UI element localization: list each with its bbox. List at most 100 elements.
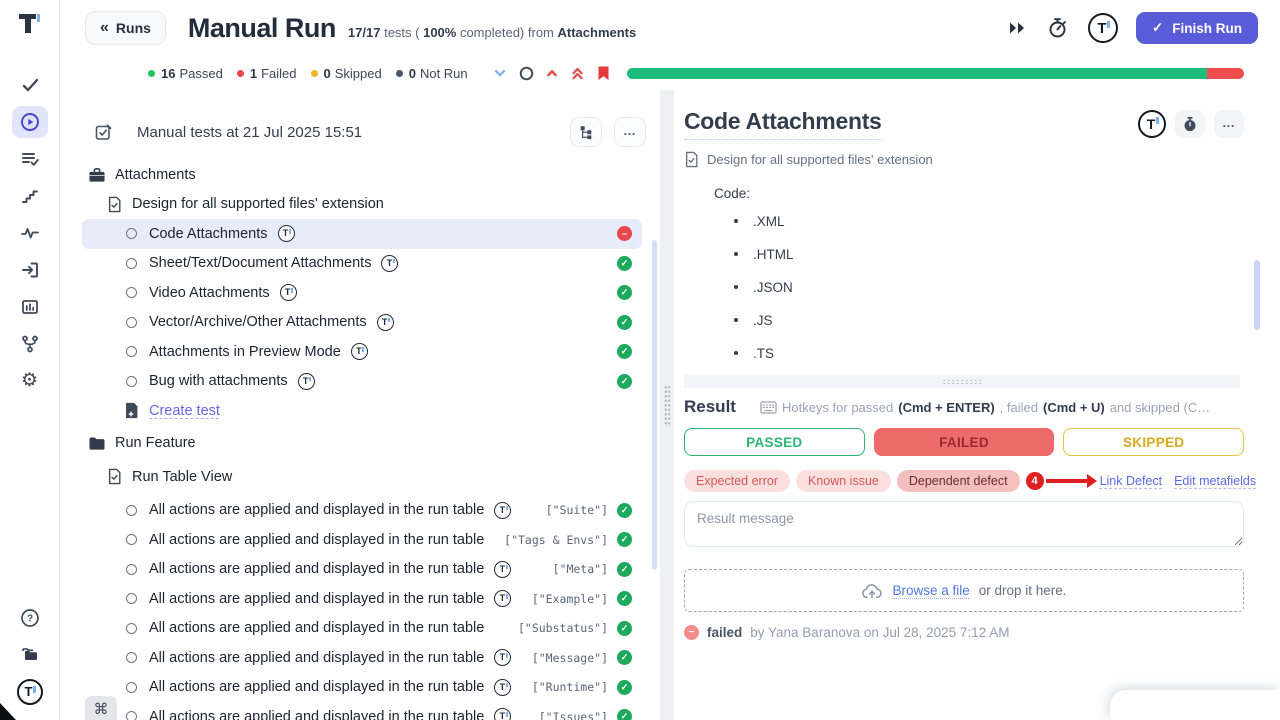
document-check-icon xyxy=(107,468,122,485)
tree-row[interactable]: All actions are applied and displayed in… xyxy=(82,496,642,526)
testomat-badge-icon: T xyxy=(494,561,511,578)
expected-error-badge[interactable]: Expected error xyxy=(684,470,790,492)
test-radio-icon xyxy=(126,652,137,663)
edit-metafields-link[interactable]: Edit metafields xyxy=(1174,474,1256,488)
tree-row[interactable]: All actions are applied and displayed in… xyxy=(82,584,642,614)
tree-row[interactable]: All actions are applied and displayed in… xyxy=(82,525,642,555)
skipped-button[interactable]: SKIPPED xyxy=(1063,428,1244,456)
tree-row[interactable]: All actions are applied and displayed in… xyxy=(82,614,642,644)
code-extension-list: .XML .HTML .JSON .JS .TS xyxy=(684,210,1280,364)
failed-stat: 1Failed xyxy=(237,66,297,81)
result-message-input[interactable] xyxy=(684,501,1244,547)
test-more-button[interactable]: … xyxy=(1214,110,1244,138)
passed-button[interactable]: PASSED xyxy=(684,428,865,456)
sidebar-item-steps[interactable] xyxy=(12,180,48,212)
testomat-badge-icon: T xyxy=(381,255,398,272)
tree-row[interactable]: Code AttachmentsT− xyxy=(82,219,642,249)
tree-row-label: All actions are applied and displayed in… xyxy=(149,650,484,666)
tree-row-create-test[interactable]: Create test xyxy=(82,396,642,426)
tree-row[interactable]: All actions are applied and displayed in… xyxy=(82,702,642,720)
status-passed-icon: ✓ xyxy=(617,374,632,389)
dropzone-hint: or drop it here. xyxy=(979,583,1067,598)
failed-button[interactable]: FAILED xyxy=(874,428,1055,456)
tree-row[interactable]: All actions are applied and displayed in… xyxy=(82,673,642,703)
tree-row[interactable]: Run Table View xyxy=(82,462,642,492)
tree-row-label: All actions are applied and displayed in… xyxy=(149,620,484,636)
file-dropzone[interactable]: Browse a file or drop it here. xyxy=(684,569,1244,612)
panel-resize-divider[interactable] xyxy=(660,90,674,720)
tree-row-label: Bug with attachments xyxy=(149,373,288,389)
test-radio-icon xyxy=(126,623,137,634)
sidebar-profile-avatar[interactable]: T xyxy=(12,676,48,708)
chevron-down-icon[interactable] xyxy=(492,65,508,81)
sidebar-item-analytics[interactable] xyxy=(12,291,48,323)
failed-status-icon: − xyxy=(684,625,699,640)
result-resize-divider[interactable] xyxy=(684,375,1240,388)
list-item: .XML xyxy=(734,210,1280,232)
test-title[interactable]: Code Attachments xyxy=(684,108,882,140)
run-logo-avatar[interactable]: T xyxy=(1088,13,1118,43)
browse-file-link[interactable]: Browse a file xyxy=(892,583,969,598)
tree-row[interactable]: Design for all supported files' extensio… xyxy=(82,190,642,220)
dependent-defect-badge[interactable]: Dependent defect xyxy=(897,470,1020,492)
test-timer-button[interactable] xyxy=(1175,110,1205,138)
sidebar-item-plans[interactable] xyxy=(12,143,48,175)
double-chevron-up-icon[interactable] xyxy=(570,65,585,81)
timer-button[interactable] xyxy=(1047,17,1068,39)
sidebar-item-tests[interactable] xyxy=(12,69,48,101)
tree-row[interactable]: Video AttachmentsT✓ xyxy=(82,278,642,308)
finish-run-button[interactable]: ✓ Finish Run xyxy=(1136,12,1258,44)
tree-row[interactable]: Vector/Archive/Other AttachmentsT✓ xyxy=(82,308,642,338)
testomat-badge-icon: T xyxy=(494,679,511,696)
test-radio-icon xyxy=(126,682,137,693)
sidebar-item-runs[interactable] xyxy=(12,106,48,138)
known-issue-badge[interactable]: Known issue xyxy=(796,470,891,492)
sidebar-item-projects[interactable] xyxy=(12,639,48,671)
sidebar-item-import[interactable] xyxy=(12,254,48,286)
tree-view-toggle-button[interactable] xyxy=(570,117,602,147)
document-check-icon xyxy=(107,196,122,213)
tree-row-label: Attachments in Preview Mode xyxy=(149,344,341,360)
fast-forward-button[interactable] xyxy=(1008,20,1027,36)
progress-passed-segment xyxy=(627,68,1207,79)
tree-row[interactable]: Bug with attachmentsT✓ xyxy=(82,367,642,397)
test-tree: AttachmentsDesign for all supported file… xyxy=(60,160,660,720)
annotation-number: 4 xyxy=(1026,472,1044,490)
testomat-badge-icon: T xyxy=(494,708,511,720)
circle-icon[interactable] xyxy=(519,66,534,81)
keyboard-icon xyxy=(760,401,777,414)
link-defect-link[interactable]: Link Defect xyxy=(1100,474,1163,488)
bookmark-icon[interactable] xyxy=(596,65,611,82)
testomat-badge-icon: T xyxy=(278,225,295,242)
testomat-logo[interactable] xyxy=(18,12,42,36)
tree-row[interactable]: Run Feature xyxy=(82,429,642,459)
test-radio-icon xyxy=(126,534,137,545)
status-passed-icon: ✓ xyxy=(617,285,632,300)
tree-row-label: Video Attachments xyxy=(149,285,270,301)
document-check-icon xyxy=(684,151,699,168)
tree-row[interactable]: Attachments xyxy=(82,160,642,190)
sidebar-item-settings[interactable]: ⚙ xyxy=(12,365,48,397)
command-key-badge: ⌘ xyxy=(85,696,117,720)
list-item: .TS xyxy=(734,342,1280,364)
sidebar-item-branches[interactable] xyxy=(12,328,48,360)
skipped-dot xyxy=(311,70,318,77)
list-item: .JSON xyxy=(734,276,1280,298)
branch-icon xyxy=(20,334,40,354)
tree-scrollbar[interactable] xyxy=(652,240,657,570)
tree-row-label: All actions are applied and displayed in… xyxy=(149,591,484,607)
test-parent-doc[interactable]: Design for all supported files' extensio… xyxy=(707,152,933,167)
sidebar-item-pulse[interactable] xyxy=(12,217,48,249)
back-to-runs-button[interactable]: « Runs xyxy=(85,11,166,45)
tree-row[interactable]: All actions are applied and displayed in… xyxy=(82,643,642,673)
tree-row[interactable]: Sheet/Text/Document AttachmentsT✓ xyxy=(82,249,642,279)
detail-scrollbar[interactable] xyxy=(1254,260,1260,330)
tree-more-button[interactable]: … xyxy=(614,117,646,147)
test-tag: ["Message"] xyxy=(532,651,608,665)
chevron-up-icon[interactable] xyxy=(545,66,559,80)
test-tag: ["Tags & Envs"] xyxy=(504,533,608,547)
failed-dot xyxy=(237,70,244,77)
tree-row[interactable]: Attachments in Preview ModeT✓ xyxy=(82,337,642,367)
sidebar-item-help[interactable]: ? xyxy=(12,602,48,634)
tree-row[interactable]: All actions are applied and displayed in… xyxy=(82,555,642,585)
